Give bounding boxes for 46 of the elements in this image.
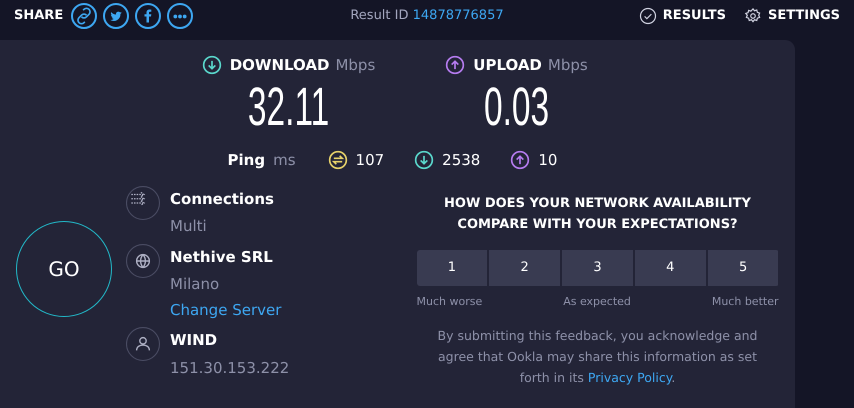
speed-value: 0.03	[484, 78, 550, 134]
ping-label: Ping	[228, 150, 266, 170]
speed-unit: Mbps	[335, 55, 376, 76]
letter-f-icon	[144, 9, 152, 23]
check-circle-icon	[638, 7, 657, 25]
info-title: Nethive SRL	[170, 246, 274, 268]
ping-value: 2538	[442, 150, 480, 170]
change-server-link[interactable]: Change Server	[170, 298, 282, 321]
info-subtitle: Multi	[170, 216, 208, 237]
speed-label: DOWNLOAD	[230, 55, 330, 76]
share-label: SHARE	[14, 7, 64, 26]
ping-unit: ms	[273, 150, 296, 170]
rating-button[interactable]: 1	[416, 250, 488, 286]
feedback-disclaimer: By submitting this feedback, you acknowledge and agree that Ookla may share this information as set forth in its Privacy Policy.	[436, 326, 758, 387]
ping-value: 10	[538, 150, 558, 170]
privacy-policy-link[interactable]: Privacy Policy	[588, 370, 672, 384]
rating-button[interactable]: 3	[562, 250, 633, 286]
settings-link[interactable]: SETTINGS	[744, 6, 840, 26]
person-icon	[126, 327, 160, 361]
rating-button[interactable]: 4	[634, 250, 706, 286]
rating-button[interactable]: 5	[708, 250, 778, 286]
speed-label: UPLOAD	[473, 55, 542, 76]
speed-unit: Mbps	[548, 55, 588, 76]
scale-label: As expected	[563, 294, 631, 310]
swap-arrows-icon	[328, 150, 348, 170]
share-link-button[interactable]	[71, 3, 98, 29]
share-more-button[interactable]	[167, 3, 194, 29]
result-id-link[interactable]: 14878776857	[412, 8, 504, 24]
scale-label: Much worse	[416, 294, 482, 310]
speed-value: 32.11	[248, 78, 330, 134]
share-letter-f-button[interactable]	[135, 3, 162, 29]
globe-icon	[126, 244, 160, 278]
more-icon	[173, 14, 188, 18]
feedback-question: HOW DOES YOUR NETWORK AVAILABILITY COMPARE WITH YOUR EXPECTATIONS?	[443, 195, 752, 234]
go-button[interactable]: GO	[16, 221, 112, 318]
results-link[interactable]: RESULTS	[638, 6, 726, 26]
info-subtitle: Milano	[170, 274, 220, 295]
info-subtitle: 151.30.153.222	[170, 358, 290, 378]
info-title: WIND	[170, 330, 218, 351]
result-id-label: Result ID	[350, 8, 408, 24]
ping-value: 107	[356, 150, 384, 170]
settings-icon	[744, 7, 762, 25]
info-title: Connections	[170, 188, 274, 210]
share-bird-button[interactable]	[103, 3, 130, 29]
rating-button[interactable]: 2	[489, 250, 560, 286]
scale-label: Much better	[712, 294, 778, 310]
